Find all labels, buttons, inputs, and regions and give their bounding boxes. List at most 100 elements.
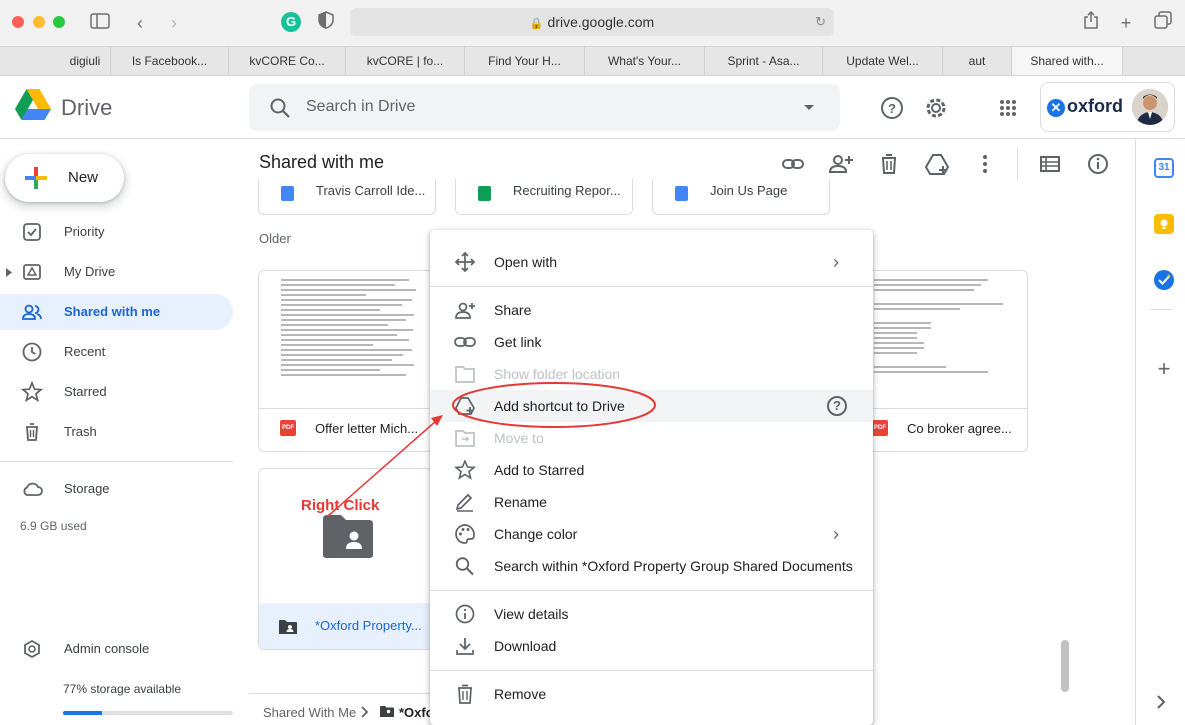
tab-whats-your[interactable]: What's Your... [585, 47, 705, 75]
sidebar-item-label: Starred [64, 384, 107, 399]
sidebar-item-label: Priority [64, 224, 105, 239]
docs-icon [675, 186, 688, 201]
apps-grid-icon[interactable] [988, 88, 1028, 128]
tab-kvcore-fo[interactable]: kvCORE | fo... [346, 47, 465, 75]
breadcrumb-root[interactable]: Shared With Me [263, 705, 356, 720]
plus-icon [25, 167, 47, 189]
chevron-right-icon[interactable] [1156, 695, 1166, 709]
page-title: Shared with me [259, 152, 385, 172]
help-icon[interactable]: ? [827, 396, 847, 416]
sidebar-item-shared-with-me[interactable]: Shared with me [0, 294, 233, 330]
file-card[interactable]: Travis Carroll Ide... [258, 179, 436, 215]
side-panel: 31 + [1135, 139, 1185, 725]
calendar-icon[interactable]: 31 [1154, 158, 1174, 178]
search-options-icon[interactable] [803, 104, 815, 112]
back-icon[interactable]: ‹ [128, 11, 152, 35]
minimize-window-button[interactable] [33, 16, 45, 28]
folder-card[interactable]: *Oxford Property... [258, 468, 433, 650]
menu-item-label: Move to [494, 430, 544, 446]
tab-aut[interactable]: aut [943, 47, 1012, 75]
expand-arrow-icon[interactable] [6, 268, 12, 277]
menu-item-change-color[interactable]: Change color › [430, 518, 873, 550]
tab-shared-with[interactable]: Shared with... [1012, 47, 1123, 75]
file-card[interactable]: PDF Co broker agree... [851, 270, 1028, 452]
more-vert-icon[interactable] [971, 150, 999, 178]
add-addon-icon[interactable]: + [1154, 358, 1174, 380]
sidebar-item-storage[interactable]: Storage [0, 471, 233, 507]
privacy-shield-icon[interactable] [314, 11, 338, 35]
link-icon[interactable] [779, 150, 807, 178]
grammarly-icon[interactable]: G [281, 12, 301, 32]
support-icon[interactable]: ? [872, 88, 912, 128]
file-card[interactable]: PDF Offer letter Mich... [258, 270, 434, 452]
tab-overview-icon[interactable] [1151, 11, 1175, 35]
address-bar[interactable]: 🔒 drive.google.com ↻ [350, 8, 834, 36]
shared-folder-icon [323, 515, 373, 558]
tab-digiuli[interactable]: digiuli [0, 47, 111, 75]
tab-kvcore-co[interactable]: kvCORE Co... [229, 47, 346, 75]
pdf-icon: PDF [280, 420, 296, 436]
settings-icon[interactable] [916, 88, 956, 128]
shared-folder-icon [279, 620, 297, 634]
info-icon[interactable] [1084, 150, 1112, 178]
share-person-icon[interactable] [827, 150, 855, 178]
menu-item-show-folder-location: Show folder location [430, 358, 873, 390]
menu-item-get-link[interactable]: Get link [430, 326, 873, 358]
sidebar-toggle-icon[interactable] [88, 11, 112, 35]
sidebar-item-admin-console[interactable]: Admin console [0, 631, 233, 667]
menu-divider [430, 286, 873, 287]
menu-item-view-details[interactable]: View details [430, 598, 873, 630]
sidebar-item-label: Shared with me [64, 304, 161, 319]
share-person-icon [455, 302, 475, 319]
menu-item-remove[interactable]: Remove [430, 678, 873, 710]
tab-update-wel[interactable]: Update Wel... [823, 47, 943, 75]
account-switcher[interactable]: ✕ oxford [1040, 82, 1175, 132]
menu-item-search-within[interactable]: Search within *Oxford Property Group Sha… [430, 550, 873, 582]
sidebar-item-trash[interactable]: Trash [0, 414, 233, 450]
cloud-icon [23, 482, 43, 496]
share-icon[interactable] [1079, 10, 1103, 35]
docs-icon [281, 186, 294, 201]
menu-item-download[interactable]: Download [430, 630, 873, 662]
menu-item-label: Add shortcut to Drive [494, 398, 625, 414]
avatar[interactable] [1132, 89, 1168, 125]
drive-header: Drive Search in Drive ? ✕ oxford [0, 77, 1185, 139]
sidebar-item-my-drive[interactable]: My Drive [0, 254, 233, 290]
menu-item-rename[interactable]: Rename [430, 486, 873, 518]
close-window-button[interactable] [12, 16, 24, 28]
keep-icon[interactable] [1154, 214, 1174, 234]
tasks-icon[interactable] [1154, 270, 1174, 290]
sidebar-item-priority[interactable]: Priority [0, 214, 233, 250]
sidebar-item-recent[interactable]: Recent [0, 334, 233, 370]
reload-icon[interactable]: ↻ [815, 8, 826, 36]
chevron-right-icon [361, 706, 369, 718]
app-name[interactable]: Drive [61, 95, 112, 121]
new-button[interactable]: New [5, 154, 124, 202]
menu-item-share[interactable]: Share [430, 294, 873, 326]
admin-shield-icon [24, 639, 40, 659]
forward-icon[interactable]: › [162, 11, 186, 35]
file-name: Travis Carroll Ide... [316, 183, 426, 198]
file-card[interactable]: Recruiting Repor... [455, 179, 633, 215]
menu-item-label: Download [494, 638, 557, 654]
tab-sprint-asana[interactable]: Sprint - Asa... [705, 47, 823, 75]
tab-is-facebook[interactable]: Is Facebook... [111, 47, 229, 75]
add-shortcut-icon[interactable] [923, 150, 951, 178]
search-input[interactable]: Search in Drive [249, 84, 840, 131]
menu-item-add-shortcut[interactable]: Add shortcut to Drive ? [430, 390, 873, 422]
list-view-icon[interactable] [1036, 150, 1064, 178]
info-icon [455, 604, 475, 624]
zoom-window-button[interactable] [53, 16, 65, 28]
menu-item-add-to-starred[interactable]: Add to Starred [430, 454, 873, 486]
sidebar-item-starred[interactable]: Starred [0, 374, 233, 410]
search-icon[interactable] [269, 97, 291, 119]
browser-tab-bar: digiuli Is Facebook... kvCORE Co... kvCO… [0, 46, 1185, 76]
delete-icon[interactable] [875, 150, 903, 178]
menu-item-open-with[interactable]: Open with › [430, 246, 873, 278]
main-scrollbar[interactable] [1061, 640, 1069, 692]
file-card[interactable]: Join Us Page [652, 179, 830, 215]
tab-find-your-h[interactable]: Find Your H... [465, 47, 585, 75]
side-panel-divider [1150, 309, 1172, 310]
new-tab-icon[interactable]: + [1114, 11, 1138, 35]
drive-logo-icon[interactable] [14, 88, 52, 127]
